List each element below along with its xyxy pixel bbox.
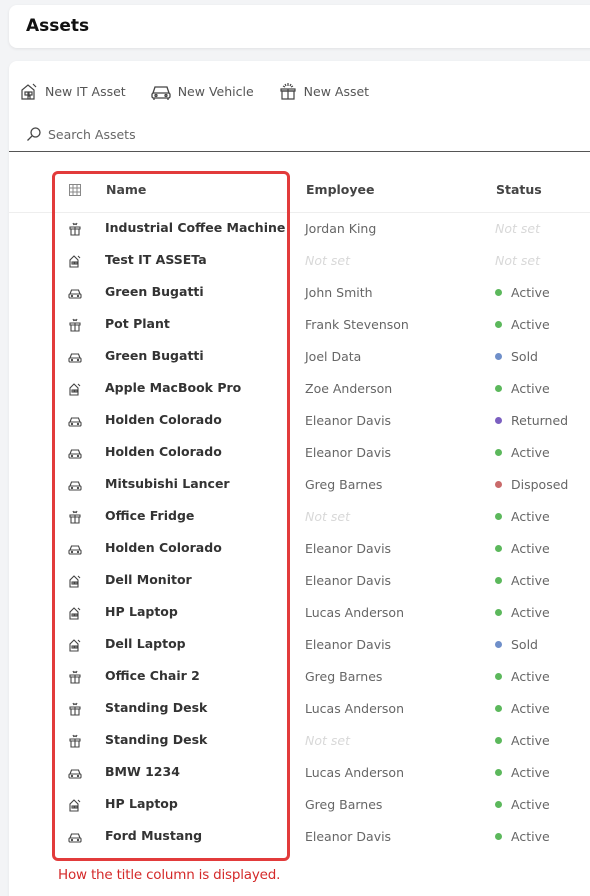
status-dot bbox=[495, 289, 502, 296]
employee-cell: Jordan King bbox=[305, 221, 377, 236]
employee-cell: Eleanor Davis bbox=[305, 445, 392, 460]
new-asset-button[interactable]: New Asset bbox=[278, 81, 369, 101]
employee-cell: Eleanor Davis bbox=[305, 413, 392, 428]
vehicle-icon bbox=[151, 86, 171, 100]
annotation-caption: How the title column is displayed. bbox=[58, 867, 281, 883]
status-label: Active bbox=[511, 733, 550, 748]
status-dot bbox=[495, 513, 502, 520]
employee-cell: Greg Barnes bbox=[305, 477, 383, 492]
employee-cell: Eleanor Davis bbox=[305, 637, 392, 652]
status-dot bbox=[495, 833, 502, 840]
status-cell: Sold bbox=[495, 349, 538, 364]
new-asset-label: New Asset bbox=[303, 83, 370, 99]
status-dot bbox=[495, 801, 502, 808]
status-dot bbox=[495, 449, 502, 456]
employee-cell: Lucas Anderson bbox=[305, 765, 405, 780]
status-cell: Active bbox=[495, 765, 550, 780]
status-label: Active bbox=[511, 445, 550, 460]
status-cell: Sold bbox=[495, 637, 538, 652]
status-cell: Active bbox=[495, 733, 550, 748]
status-dot bbox=[495, 641, 502, 648]
page-header: Assets bbox=[9, 5, 590, 48]
employee-cell: Frank Stevenson bbox=[305, 317, 409, 332]
status-cell: Returned bbox=[495, 413, 568, 428]
new-vehicle-label: New Vehicle bbox=[177, 83, 254, 99]
status-dot bbox=[495, 417, 502, 424]
status-label: Active bbox=[511, 605, 550, 620]
employee-cell: Greg Barnes bbox=[305, 669, 383, 684]
status-cell: Active bbox=[495, 317, 550, 332]
status-cell: Active bbox=[495, 381, 550, 396]
new-it-asset-label: New IT Asset bbox=[45, 83, 126, 99]
status-label: Returned bbox=[511, 413, 569, 428]
status-label: Active bbox=[511, 669, 550, 684]
status-cell: Active bbox=[495, 285, 550, 300]
employee-cell: Lucas Anderson bbox=[305, 605, 405, 620]
employee-cell: Not set bbox=[305, 253, 350, 268]
status-dot bbox=[495, 481, 502, 488]
status-label: Sold bbox=[511, 349, 538, 364]
status-dot bbox=[495, 769, 502, 776]
status-label: Active bbox=[511, 573, 550, 588]
status-label: Disposed bbox=[511, 477, 569, 492]
status-cell: Active bbox=[495, 445, 550, 460]
column-header-status[interactable]: Status bbox=[496, 182, 542, 197]
status-dot bbox=[495, 609, 502, 616]
status-label: Active bbox=[511, 509, 550, 524]
status-dot bbox=[495, 385, 502, 392]
status-cell: Not set bbox=[495, 253, 540, 268]
status-label: Active bbox=[511, 541, 550, 556]
status-cell: Not set bbox=[495, 221, 540, 236]
page-title: Assets bbox=[26, 16, 90, 36]
status-cell: Active bbox=[495, 829, 550, 844]
status-dot bbox=[495, 737, 502, 744]
search-bar bbox=[26, 126, 248, 142]
employee-cell: John Smith bbox=[305, 285, 373, 300]
employee-cell: Eleanor Davis bbox=[305, 829, 392, 844]
employee-cell: Joel Data bbox=[305, 349, 362, 364]
status-dot bbox=[495, 705, 502, 712]
new-it-asset-button[interactable]: New IT Asset bbox=[19, 81, 126, 101]
employee-cell: Eleanor Davis bbox=[305, 573, 392, 588]
employee-cell: Zoe Anderson bbox=[305, 381, 393, 396]
status-dot bbox=[495, 321, 502, 328]
status-label: Sold bbox=[511, 637, 538, 652]
employee-cell: Eleanor Davis bbox=[305, 541, 392, 556]
status-cell: Active bbox=[495, 669, 550, 684]
it-asset-icon bbox=[21, 83, 37, 100]
status-dot bbox=[495, 353, 502, 360]
employee-cell: Lucas Anderson bbox=[305, 701, 405, 716]
new-vehicle-button[interactable]: New Vehicle bbox=[150, 81, 254, 101]
status-label: Active bbox=[511, 317, 550, 332]
column-header-employee[interactable]: Employee bbox=[306, 182, 375, 197]
status-label: Active bbox=[511, 381, 550, 396]
status-label: Not set bbox=[495, 253, 540, 268]
status-cell: Active bbox=[495, 797, 550, 812]
search-icon bbox=[27, 127, 41, 141]
search-underline bbox=[9, 151, 590, 152]
toolbar: New IT Asset New Vehicle New Asset bbox=[19, 79, 393, 103]
status-label: Active bbox=[511, 285, 550, 300]
employee-cell: Not set bbox=[305, 733, 350, 748]
status-cell: Active bbox=[495, 541, 550, 556]
status-label: Active bbox=[511, 701, 550, 716]
status-dot bbox=[495, 577, 502, 584]
status-label: Active bbox=[511, 797, 550, 812]
status-cell: Active bbox=[495, 509, 550, 524]
employee-cell: Not set bbox=[305, 509, 350, 524]
status-label: Not set bbox=[495, 221, 540, 236]
status-cell: Active bbox=[495, 573, 550, 588]
status-label: Active bbox=[511, 765, 550, 780]
status-label: Active bbox=[511, 829, 550, 844]
status-dot bbox=[495, 545, 502, 552]
status-cell: Active bbox=[495, 605, 550, 620]
asset-icon bbox=[280, 83, 296, 100]
status-cell: Disposed bbox=[495, 477, 568, 492]
highlight-box bbox=[52, 171, 290, 861]
search-input[interactable] bbox=[48, 126, 248, 142]
status-cell: Active bbox=[495, 701, 550, 716]
employee-cell: Greg Barnes bbox=[305, 797, 383, 812]
status-dot bbox=[495, 673, 502, 680]
